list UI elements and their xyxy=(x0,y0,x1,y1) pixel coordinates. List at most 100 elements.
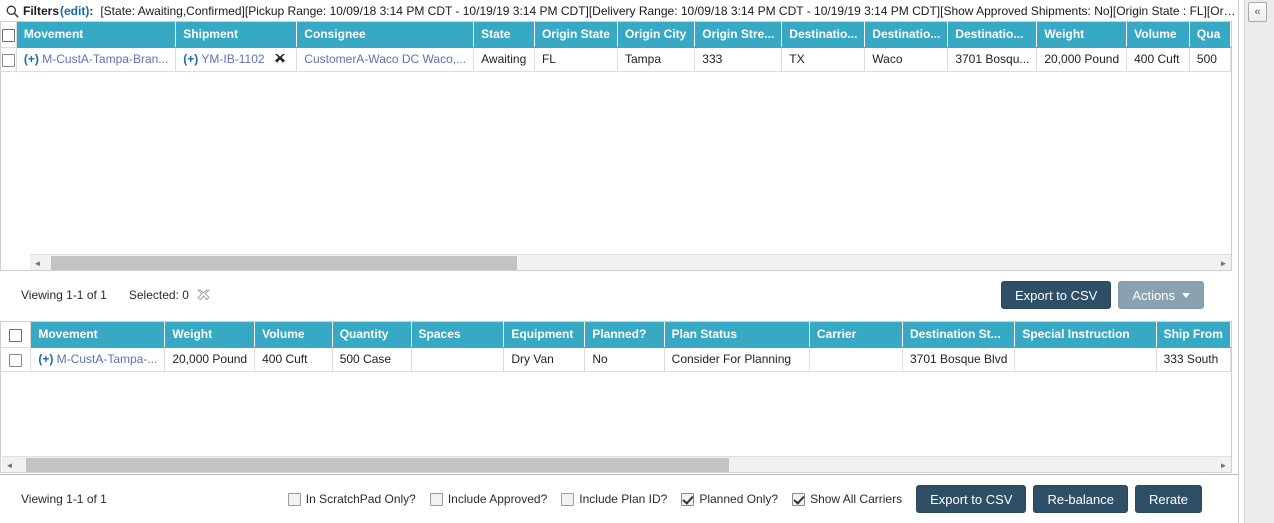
scroll-right-arrow-icon[interactable]: ► xyxy=(1216,255,1231,270)
filters-edit-link[interactable]: (edit) xyxy=(60,4,89,18)
cell-origin-state: FL xyxy=(534,47,618,72)
cell-origin-street: 333 xyxy=(694,47,783,72)
column-header-weight[interactable]: Weight xyxy=(1036,22,1128,48)
column-header-destination-state[interactable]: Destinatio... xyxy=(781,22,866,48)
include-approved-checkbox[interactable]: Include Approved? xyxy=(429,492,548,506)
column-header-destination-street[interactable]: Destination St... xyxy=(902,322,1016,348)
column-header-weight[interactable]: Weight xyxy=(164,322,256,348)
movement-link[interactable]: M-CustA-Tampa-... xyxy=(57,352,158,366)
shipments-table: Movement Shipment Consignee State Origin… xyxy=(1,22,1231,72)
movements-grid-scroller: Movement Weight Volume Quantity Spaces E… xyxy=(1,322,1231,456)
column-header-consignee[interactable]: Consignee xyxy=(296,22,475,48)
cell-origin-city: Tampa xyxy=(617,47,696,72)
cell-equipment: Dry Van xyxy=(503,347,586,372)
shipments-status-bar: Viewing 1-1 of 1 Selected: 0 Export to C… xyxy=(0,272,1238,318)
in-scratchpad-only-box xyxy=(287,492,301,506)
column-header-origin-city[interactable]: Origin City xyxy=(617,22,696,48)
column-header-carrier[interactable]: Carrier xyxy=(809,322,903,348)
movements-header-row: Movement Weight Volume Quantity Spaces E… xyxy=(1,322,1231,348)
column-header-ship-from[interactable]: Ship From xyxy=(1156,322,1231,348)
include-approved-label: Include Approved? xyxy=(447,492,548,506)
cell-planned: No xyxy=(584,347,665,372)
column-header-shipment[interactable]: Shipment xyxy=(175,22,298,48)
cell-destination-street: 3701 Bosqu... xyxy=(947,47,1038,72)
actions-button-label: Actions xyxy=(1132,287,1175,303)
column-header-special-instruction[interactable]: Special Instruction xyxy=(1014,322,1157,348)
column-header-plan-status[interactable]: Plan Status xyxy=(664,322,810,348)
column-header-movement[interactable]: Movement xyxy=(16,22,177,48)
cell-movement[interactable]: (+) M-CustA-Tampa-... xyxy=(30,347,166,372)
expand-shipment-toggle[interactable]: (+) xyxy=(183,52,198,66)
right-panel-strip-inner xyxy=(1244,0,1274,523)
shipments-header-row: Movement Shipment Consignee State Origin… xyxy=(1,22,1231,48)
movements-row-select-checkbox[interactable] xyxy=(9,353,23,367)
movements-horizontal-scrollbar[interactable]: ◄ ► xyxy=(2,456,1231,472)
collapse-panel-button[interactable]: « xyxy=(1248,2,1267,22)
movements-select-all-checkbox[interactable] xyxy=(9,328,23,342)
planned-only-box xyxy=(681,492,695,506)
cross-shuffle-icon[interactable] xyxy=(274,53,286,65)
movements-select-all-header xyxy=(1,322,32,348)
select-all-checkbox[interactable] xyxy=(1,28,15,42)
movements-grid: Movement Weight Volume Quantity Spaces E… xyxy=(0,321,1232,473)
shipments-horizontal-scrollbar[interactable]: ◄ ► xyxy=(30,254,1231,270)
column-header-quantity[interactable]: Qua xyxy=(1189,22,1231,48)
selected-count-label: Selected: 0 xyxy=(128,288,189,302)
cell-consignee[interactable]: CustomerA-Waco DC Waco,... xyxy=(296,47,475,72)
include-plan-id-checkbox[interactable]: Include Plan ID? xyxy=(561,492,667,506)
scroll-left-arrow-icon[interactable]: ◄ xyxy=(30,255,45,270)
planned-only-checkbox[interactable]: Planned Only? xyxy=(681,492,778,506)
movements-status-bar: Viewing 1-1 of 1 In ScratchPad Only? Inc… xyxy=(0,474,1238,523)
clear-selection-icon[interactable] xyxy=(196,289,210,301)
viewing-count-label: Viewing 1-1 of 1 xyxy=(21,288,107,302)
column-header-volume[interactable]: Volume xyxy=(1126,22,1190,48)
select-all-header xyxy=(1,22,17,48)
cell-volume: 400 Cuft xyxy=(1126,47,1190,72)
in-scratchpad-only-checkbox[interactable]: In ScratchPad Only? xyxy=(287,492,416,506)
column-header-movement[interactable]: Movement xyxy=(30,322,166,348)
cell-destination-city: Waco xyxy=(864,47,949,72)
cell-shipment[interactable]: (+) YM-IB-1102 xyxy=(175,47,298,72)
column-header-quantity[interactable]: Quantity xyxy=(332,322,412,348)
scroll-left-arrow-icon[interactable]: ◄ xyxy=(2,457,17,472)
show-all-carriers-checkbox[interactable]: Show All Carriers xyxy=(792,492,902,506)
column-header-destination-street[interactable]: Destinatio... xyxy=(947,22,1038,48)
column-header-planned[interactable]: Planned? xyxy=(584,322,665,348)
consignee-link[interactable]: CustomerA-Waco DC Waco,... xyxy=(304,52,466,66)
cell-movement[interactable]: (+) M-CustA-Tampa-Bran... xyxy=(16,47,177,72)
column-header-destination-city[interactable]: Destinatio... xyxy=(864,22,949,48)
cell-destination-street: 3701 Bosque Blvd xyxy=(902,347,1016,372)
planned-only-label: Planned Only? xyxy=(699,492,779,506)
scroll-right-arrow-icon[interactable]: ► xyxy=(1216,457,1231,472)
cell-weight: 20,000 Pound xyxy=(1036,47,1128,72)
movements-table: Movement Weight Volume Quantity Spaces E… xyxy=(1,322,1231,372)
re-balance-button[interactable]: Re-balance xyxy=(1033,485,1128,513)
right-panel-strip xyxy=(1238,0,1274,523)
table-row[interactable]: (+) M-CustA-Tampa-... 20,000 Pound 400 C… xyxy=(1,347,1231,372)
movements-row-select-cell xyxy=(1,347,32,372)
shipments-grid: Movement Shipment Consignee State Origin… xyxy=(0,21,1232,271)
column-header-spaces[interactable]: Spaces xyxy=(411,322,505,348)
expand-movement-toggle[interactable]: (+) xyxy=(38,352,53,366)
export-to-csv-button-top[interactable]: Export to CSV xyxy=(1000,281,1112,309)
filters-colon: : xyxy=(89,3,94,18)
rerate-button[interactable]: Rerate xyxy=(1134,485,1202,513)
cell-spaces xyxy=(411,347,505,372)
column-header-origin-street[interactable]: Origin Stre... xyxy=(694,22,783,48)
shipment-link[interactable]: YM-IB-1102 xyxy=(201,52,264,66)
column-header-equipment[interactable]: Equipment xyxy=(503,322,586,348)
movement-link[interactable]: M-CustA-Tampa-Bran... xyxy=(42,52,168,66)
column-header-origin-state[interactable]: Origin State xyxy=(534,22,618,48)
row-select-checkbox[interactable] xyxy=(1,53,15,67)
cell-weight: 20,000 Pound xyxy=(164,347,256,372)
show-all-carriers-box xyxy=(792,492,806,506)
export-to-csv-button-bottom[interactable]: Export to CSV xyxy=(916,485,1027,513)
expand-movement-toggle[interactable]: (+) xyxy=(24,52,39,66)
column-header-state[interactable]: State xyxy=(473,22,535,48)
table-row[interactable]: (+) M-CustA-Tampa-Bran... (+) YM-IB-1102 xyxy=(1,47,1231,72)
actions-button[interactable]: Actions xyxy=(1118,281,1204,309)
column-header-volume[interactable]: Volume xyxy=(254,322,333,348)
filters-label: Filters xyxy=(23,3,60,18)
scrollbar-thumb[interactable] xyxy=(51,256,517,270)
scrollbar-thumb[interactable] xyxy=(26,458,729,472)
